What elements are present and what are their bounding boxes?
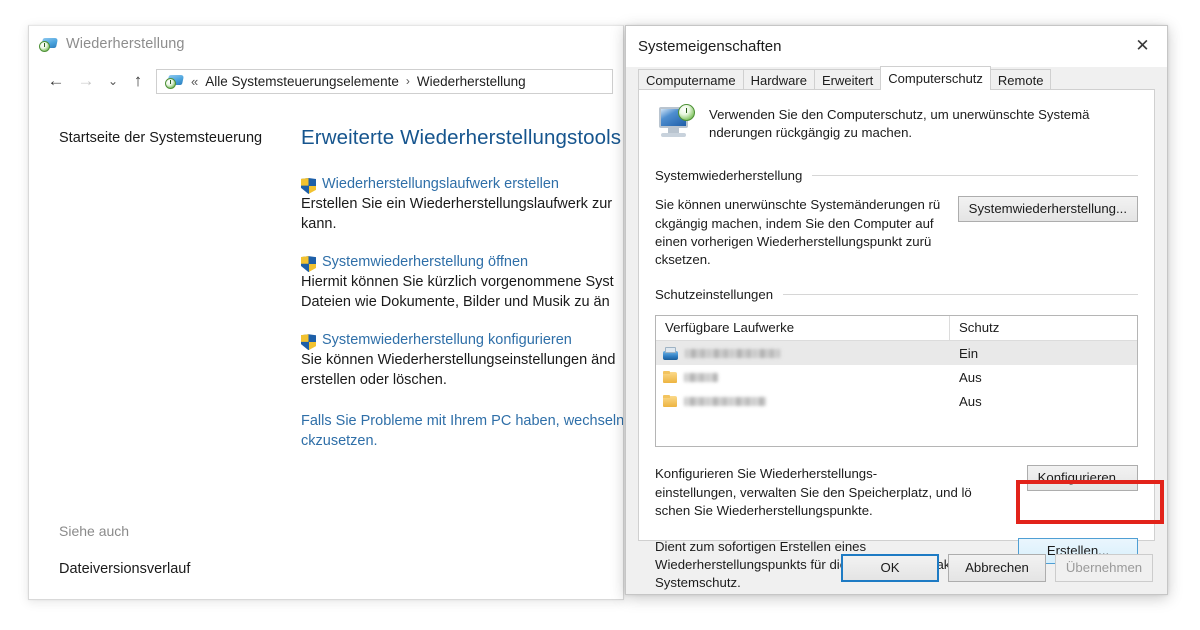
tab-panel-computerschutz: Verwenden Sie den Computerschutz, um une…: [638, 89, 1155, 590]
close-icon[interactable]: ✕: [1120, 31, 1165, 61]
task-create-recovery-drive: Wiederherstellungslaufwerk erstellen Ers…: [301, 176, 623, 234]
breadcrumb-overflow-chevrons[interactable]: «: [191, 74, 198, 89]
system-properties-dialog: Systemeigenschaften ✕ Computername Hardw…: [625, 25, 1168, 595]
system-restore-section: Sie können unerwünschte Systemänderungen…: [655, 196, 1138, 269]
address-bar[interactable]: « Alle Systemsteuerungselemente › Wieder…: [156, 68, 613, 94]
available-drives-table[interactable]: Verfügbare Laufwerke Schutz Ein Aus Aus: [655, 315, 1138, 448]
intro-text: Verwenden Sie den Computerschutz, um une…: [709, 107, 1090, 141]
folder-icon: [663, 395, 677, 408]
navigation-bar: ← → ⌄ ↑ « Alle Systemsteuerungselemente …: [29, 62, 623, 100]
drive-icon: [663, 346, 678, 360]
main-content: Erweiterte Wiederherstellungstools Wiede…: [297, 100, 623, 599]
window-body: Startseite der Systemsteuerung Siehe auc…: [29, 100, 623, 599]
shield-icon: [301, 334, 316, 351]
dialog-title: Systemeigenschaften: [638, 37, 782, 55]
computer-restore-icon: [655, 104, 695, 140]
ok-button[interactable]: OK: [841, 554, 939, 582]
table-header-row: Verfügbare Laufwerke Schutz: [656, 316, 1137, 342]
task-description: Hiermit können Sie kürzlich vorgenommene…: [301, 274, 614, 310]
recent-locations-button[interactable]: ⌄: [101, 67, 125, 95]
protection-status: Aus: [959, 369, 982, 385]
shield-icon: [301, 256, 316, 273]
breadcrumb-item-recovery[interactable]: Wiederherstellung: [417, 74, 526, 89]
cancel-button[interactable]: Abbrechen: [948, 554, 1046, 582]
column-header-drives: Verfügbare Laufwerke: [656, 316, 950, 341]
system-restore-description: Sie können unerwünschte Systemänderungen…: [655, 197, 941, 268]
apply-button[interactable]: Übernehmen: [1055, 554, 1153, 582]
configure-description: Konfigurieren Sie Wiederherstellungs- ei…: [655, 466, 972, 518]
task-description: Sie können Wiederherstellungseinstellung…: [301, 352, 616, 388]
tab-erweitert[interactable]: Erweitert: [813, 69, 882, 90]
table-row[interactable]: Ein: [656, 341, 1137, 366]
breadcrumb-separator-icon: ›: [405, 74, 410, 88]
forward-button[interactable]: →: [71, 67, 101, 95]
group-label: Systemwiederherstellung: [655, 168, 803, 184]
task-description: Erstellen Sie ein Wiederherstellungslauf…: [301, 196, 613, 232]
configure-section: Konfigurieren Sie Wiederherstellungs- ei…: [655, 465, 1138, 520]
protection-status: Aus: [959, 393, 982, 409]
dialog-titlebar: Systemeigenschaften ✕: [626, 26, 1167, 67]
table-row[interactable]: Aus: [656, 389, 1137, 413]
drive-name-cell: [656, 371, 950, 384]
folder-icon: [663, 371, 677, 384]
task-configure-system-restore: Systemwiederherstellung konfigurieren Si…: [301, 332, 623, 390]
task-link-configure-system-restore[interactable]: Systemwiederherstellung konfigurieren: [322, 332, 572, 348]
sidebar-item-control-panel-home[interactable]: Startseite der Systemsteuerung: [59, 128, 297, 148]
window-titlebar: Wiederherstellung: [29, 26, 623, 62]
configure-button[interactable]: Konfigurieren...: [1026, 465, 1138, 492]
group-divider: [812, 175, 1138, 177]
window-title: Wiederherstellung: [66, 36, 185, 52]
back-button[interactable]: ←: [41, 67, 71, 95]
drive-name-cell: [656, 346, 950, 360]
redacted-drive-name: [684, 396, 766, 406]
task-open-system-restore: Systemwiederherstellung öffnen Hiermit k…: [301, 254, 623, 312]
task-link-open-system-restore[interactable]: Systemwiederherstellung öffnen: [322, 254, 528, 270]
tab-hardware[interactable]: Hardware: [742, 69, 815, 90]
group-label: Schutzeinstellungen: [655, 287, 774, 303]
table-empty-area: [656, 413, 1137, 446]
drive-name-cell: [656, 395, 950, 408]
page-title: Erweiterte Wiederherstellungstools: [301, 126, 622, 149]
see-also-label: Siehe auch: [59, 523, 130, 539]
up-button[interactable]: ↑: [125, 67, 151, 95]
redacted-drive-name: [685, 348, 781, 358]
address-recovery-icon: [165, 73, 185, 90]
group-header-system-restore: Systemwiederherstellung: [655, 168, 1138, 183]
group-header-protection-settings: Schutzeinstellungen: [655, 287, 1138, 302]
redacted-drive-name: [684, 372, 718, 382]
group-divider: [783, 294, 1138, 296]
intro-section: Verwenden Sie den Computerschutz, um une…: [655, 104, 1138, 142]
sidebar: Startseite der Systemsteuerung Siehe auc…: [29, 100, 297, 599]
system-restore-button[interactable]: Systemwiederherstellung...: [957, 196, 1138, 223]
tab-computername[interactable]: Computername: [638, 69, 744, 90]
task-link-create-recovery-drive[interactable]: Wiederherstellungslaufwerk erstellen: [322, 176, 559, 192]
dialog-footer: OK Abbrechen Übernehmen: [841, 554, 1153, 582]
recovery-control-panel-window: Wiederherstellung ← → ⌄ ↑ « Alle Systems…: [28, 25, 624, 600]
task-link-reset-pc[interactable]: Falls Sie Probleme mit Ihrem PC haben, w…: [301, 412, 623, 451]
column-header-protection: Schutz: [959, 320, 1000, 336]
protection-status: Ein: [959, 345, 979, 361]
recovery-icon: [39, 36, 59, 53]
tab-remote[interactable]: Remote: [989, 69, 1052, 90]
table-row[interactable]: Aus: [656, 365, 1137, 389]
shield-icon: [301, 178, 316, 194]
sidebar-item-file-history[interactable]: Dateiversionsverlauf: [59, 561, 190, 577]
breadcrumb-item-all-items[interactable]: Alle Systemsteuerungselemente: [205, 74, 399, 89]
dialog-tabstrip: Computername Hardware Erweitert Computer…: [638, 66, 1167, 90]
tab-computerschutz[interactable]: Computerschutz: [880, 66, 991, 90]
